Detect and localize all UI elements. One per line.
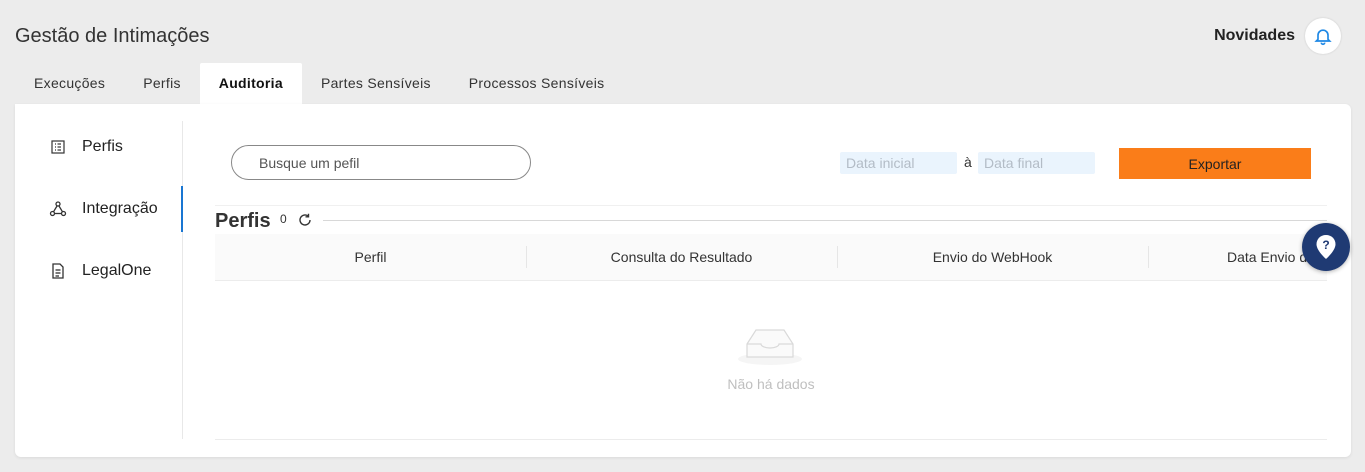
page-title: Gestão de Intimações bbox=[15, 25, 210, 47]
document-icon bbox=[49, 262, 67, 280]
tab-execucoes[interactable]: Execuções bbox=[15, 63, 124, 104]
side-navigation: Perfis Integração LegalOne bbox=[15, 121, 183, 439]
date-end-input[interactable] bbox=[978, 152, 1095, 174]
sidebar-item-label: Perfis bbox=[82, 138, 123, 155]
section-divider bbox=[323, 220, 1327, 221]
integration-icon bbox=[49, 200, 67, 218]
novidades: Novidades bbox=[1214, 18, 1341, 54]
bell-icon bbox=[1314, 29, 1332, 46]
notifications-button[interactable] bbox=[1305, 18, 1341, 54]
section-count: 0 bbox=[280, 212, 287, 226]
tab-partes-sensiveis[interactable]: Partes Sensíveis bbox=[302, 63, 450, 104]
help-button[interactable]: ? bbox=[1302, 223, 1350, 271]
date-separator: à bbox=[964, 154, 972, 170]
list-icon bbox=[49, 138, 67, 156]
tab-processos-sensiveis[interactable]: Processos Sensíveis bbox=[450, 63, 624, 104]
content-card: Perfis Integração LegalOne Busque um pef… bbox=[15, 104, 1351, 457]
tab-bar: Execuções Perfis Auditoria Partes Sensív… bbox=[15, 63, 623, 104]
column-header-perfil[interactable]: Perfil bbox=[215, 234, 526, 280]
sidebar-item-integracao[interactable]: Integração bbox=[15, 186, 183, 232]
column-header-data-envio-webhook[interactable]: Data Envio do WebHook bbox=[1148, 234, 1327, 280]
tab-perfis[interactable]: Perfis bbox=[124, 63, 200, 104]
section-title: Perfis bbox=[215, 210, 271, 232]
tab-auditoria[interactable]: Auditoria bbox=[199, 63, 302, 104]
help-location-icon: ? bbox=[1316, 235, 1336, 259]
divider bbox=[215, 205, 1327, 206]
table-header: Perfil Consulta do Resultado Envio do We… bbox=[215, 234, 1327, 281]
export-button[interactable]: Exportar bbox=[1119, 148, 1311, 179]
novidades-label: Novidades bbox=[1214, 27, 1295, 44]
sidebar-item-perfis[interactable]: Perfis bbox=[15, 124, 183, 170]
svg-text:?: ? bbox=[1322, 238, 1329, 252]
column-header-consulta-resultado[interactable]: Consulta do Resultado bbox=[526, 234, 837, 280]
sidebar-item-label: LegalOne bbox=[82, 262, 152, 279]
column-header-envio-webhook[interactable]: Envio do WebHook bbox=[837, 234, 1148, 280]
empty-inbox-icon bbox=[738, 329, 802, 365]
date-start-input[interactable] bbox=[840, 152, 957, 174]
empty-state-text: Não há dados bbox=[727, 376, 815, 392]
refresh-icon[interactable] bbox=[297, 212, 313, 228]
table-bottom-border bbox=[215, 439, 1327, 440]
sidebar-item-label: Integração bbox=[82, 200, 158, 217]
search-input[interactable] bbox=[231, 145, 531, 180]
sidebar-item-legalone[interactable]: LegalOne bbox=[15, 248, 183, 294]
